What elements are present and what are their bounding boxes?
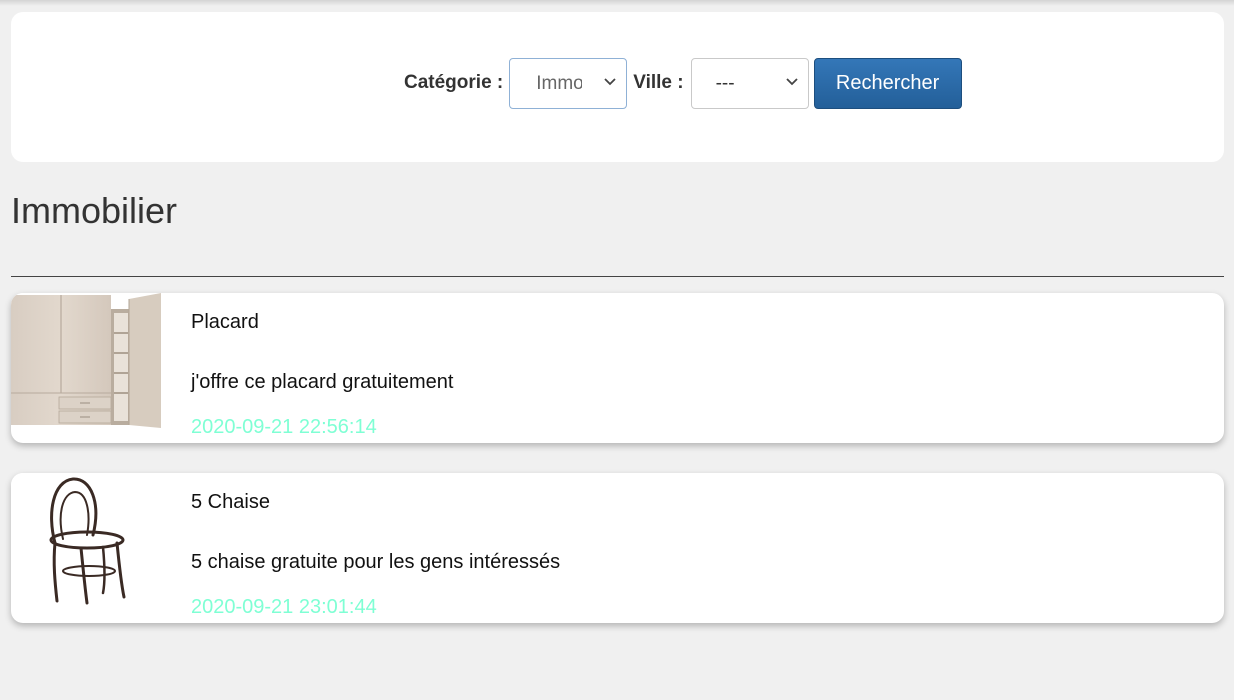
search-panel: Catégorie : Immobilier Ville : --- Reche… bbox=[11, 12, 1224, 162]
listing-description: 5 chaise gratuite pour les gens intéress… bbox=[191, 551, 561, 573]
chevron-down-icon bbox=[604, 77, 616, 85]
city-label: Ville : bbox=[633, 72, 684, 93]
city-select-value: --- bbox=[715, 72, 735, 94]
listing-card[interactable]: Placard j'offre ce placard gratuitement … bbox=[11, 293, 1224, 443]
city-select[interactable]: --- bbox=[690, 57, 809, 109]
listing-card[interactable]: 5 Chaise 5 chaise gratuite pour les gens… bbox=[11, 473, 1224, 623]
listing-title[interactable]: Placard bbox=[191, 311, 259, 334]
listing-date: 2020-09-21 22:56:14 bbox=[191, 416, 377, 438]
category-select-value: Immobilier bbox=[536, 72, 582, 94]
category-select[interactable]: Immobilier bbox=[509, 57, 628, 109]
chevron-down-icon bbox=[785, 77, 798, 85]
listing-description: j'offre ce placard gratuitement bbox=[191, 371, 454, 393]
chair-image bbox=[11, 473, 161, 608]
top-shadow bbox=[0, 0, 1234, 6]
category-label: Catégorie : bbox=[404, 72, 504, 93]
search-button[interactable]: Rechercher bbox=[813, 57, 962, 109]
listing-date: 2020-09-21 23:01:44 bbox=[191, 596, 377, 618]
wardrobe-image bbox=[11, 293, 161, 428]
page-title: Immobilier bbox=[11, 190, 178, 231]
listing-title[interactable]: 5 Chaise bbox=[191, 491, 270, 514]
divider bbox=[11, 276, 1224, 277]
search-form: Catégorie : Immobilier Ville : --- Reche… bbox=[404, 57, 962, 109]
